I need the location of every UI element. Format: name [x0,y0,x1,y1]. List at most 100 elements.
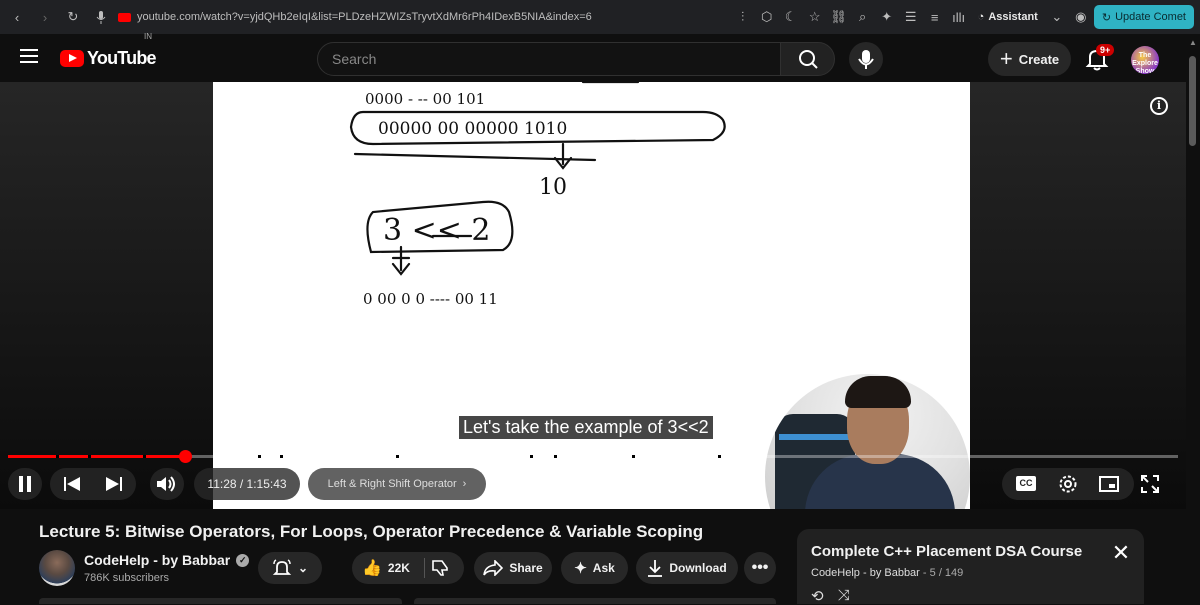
refresh-icon: ↻ [1101,11,1112,24]
scroll-thumb[interactable] [1189,56,1196,146]
chapter-marker [396,455,399,458]
link-icon[interactable]: ⛓ [828,6,850,28]
puzzle-icon[interactable]: ✦ [876,6,898,28]
youtube-header: YouTube IN Search + Create 9+ The Explor… [0,32,1200,82]
ask-button[interactable]: ✦ Ask [561,552,628,584]
list-icon[interactable]: ≡ [924,6,946,28]
shuffle-icon[interactable]: ⤨ [838,587,850,605]
more-horizontal-icon: ••• [751,559,769,576]
more-actions-button[interactable]: ••• [744,552,776,584]
menu-icon[interactable] [20,49,38,63]
assistant-icon: ◔ [977,11,985,23]
browser-toolbar: ‹ › ↻ youtube.com/watch?v=yjdQHb2eIqI&li… [0,0,1200,34]
scroll-up-icon[interactable]: ▲ [1189,38,1197,47]
chevron-down-icon[interactable]: ⌄ [1046,6,1068,28]
subscriber-count: 786K subscribers [84,572,169,584]
back-icon[interactable]: ‹ [6,6,28,28]
extensions-bar: ⫶ ⬡ ☾ ☆ ⛓ ⌕ ✦ ☰ ≡ ıllı ◔ Assistant ⌄ ◉ ↻… [732,5,1194,29]
video-caption: Let's take the example of 3<<2 [459,416,713,439]
verified-icon: ✓ [236,553,250,567]
playlist-position: 5 / 149 [929,567,964,579]
description-box[interactable] [39,598,402,604]
miniplayer-button[interactable] [1099,476,1119,492]
fullscreen-button[interactable] [1140,474,1160,494]
video-title: Lecture 5: Bitwise Operators, For Loops,… [39,522,704,541]
youtube-play-icon [60,50,84,67]
sparkle-icon: ✦ [574,560,587,577]
youtube-logo[interactable]: YouTube [60,48,157,69]
profile-icon[interactable]: ◉ [1070,6,1092,28]
shield-icon[interactable]: ⬡ [756,6,778,28]
progress-bar[interactable] [8,450,1178,463]
dislike-button[interactable] [431,559,449,577]
page-scrollbar[interactable]: ▲ [1186,34,1200,604]
audio-wave-icon[interactable]: ıllı [948,6,970,28]
pause-icon [19,476,31,492]
fullscreen-icon [1141,475,1159,493]
thumbs-down-icon [432,560,448,576]
url-text: youtube.com/watch?v=yjdQHb2eIqI&list=PLD… [137,11,592,23]
previous-button[interactable] [64,477,80,491]
like-button[interactable]: 👍 22K [362,558,410,578]
chapter-button[interactable]: Left & Right Shift Operator › [308,468,486,500]
update-button[interactable]: ↻ Update Comet [1093,5,1194,29]
assistant-button[interactable]: ◔ Assistant [972,11,1044,23]
star-icon[interactable]: ☆ [804,6,826,28]
forward-icon[interactable]: › [34,6,56,28]
address-bar[interactable]: youtube.com/watch?v=yjdQHb2eIqI&list=PLD… [118,11,708,23]
captions-icon[interactable]: CC [1016,476,1036,491]
info-icon[interactable]: i [1150,97,1168,115]
tasks-icon[interactable]: ☰ [900,6,922,28]
skip-next-icon [106,477,122,491]
next-button[interactable] [106,477,122,491]
notifications-badge: 9+ [1096,44,1115,56]
channel-avatar[interactable] [39,550,75,586]
board-top-row: 0000 - -- 00 101 [365,90,485,108]
share-button[interactable]: Share [474,552,552,584]
chapter-marker [56,455,59,458]
channel-name[interactable]: CodeHelp - by Babbar ✓ [84,552,250,568]
chapter-marker [718,455,721,458]
scrubber-handle[interactable] [178,450,192,463]
close-icon[interactable]: ✕ [1109,541,1133,565]
search-input[interactable]: Search [317,42,781,76]
reload-icon[interactable]: ↻ [62,6,84,28]
volume-icon [157,476,175,492]
loop-icon[interactable]: ⟲ [811,587,824,605]
search-button[interactable] [780,42,835,76]
download-icon [648,560,663,577]
lens-icon[interactable]: ⌕ [852,6,874,28]
subscribe-notification-button[interactable]: ⌄ [258,552,322,584]
instructor-hair [845,376,911,408]
pause-button[interactable] [8,468,42,500]
voice-search-button[interactable] [849,42,883,76]
board-boxed-row: 00000 00 00000 1010 [378,119,567,139]
playlist-panel: Complete C++ Placement DSA Course CodeHe… [797,529,1144,605]
volume-button[interactable] [150,468,184,500]
comments-box[interactable] [414,598,776,604]
search-icon [799,50,818,69]
chapter-marker [632,455,635,458]
player-left-letterbox [0,82,213,509]
country-code: IN [144,32,152,41]
prev-next-group [50,468,136,500]
create-button[interactable]: + Create [988,42,1071,76]
skip-previous-icon [64,477,80,491]
equalizer-icon[interactable]: ⫶ [732,6,754,28]
chapter-marker [258,455,261,458]
like-dislike-group: 👍 22K [352,552,464,584]
playlist-channel[interactable]: CodeHelp - by Babbar [811,567,920,579]
account-avatar[interactable]: The Explore Show [1131,46,1159,74]
video-player[interactable]: 0000 - -- 00 101 00000 00 00000 1010 10 … [0,82,1186,509]
chapter-marker [143,455,146,458]
playlist-title[interactable]: Complete C++ Placement DSA Course [811,543,1082,560]
mic-icon[interactable] [90,6,112,28]
chair-stripe [779,434,849,440]
moon-icon[interactable]: ☾ [780,6,802,28]
board-result: 10 [539,175,567,200]
download-button[interactable]: Download [636,552,738,584]
playlist-controls: ⟲ ⤨ [811,587,850,605]
playlist-subtitle: CodeHelp - by Babbar - 5 / 149 [811,567,964,579]
progress-played [8,455,185,458]
settings-button[interactable] [1058,474,1078,494]
